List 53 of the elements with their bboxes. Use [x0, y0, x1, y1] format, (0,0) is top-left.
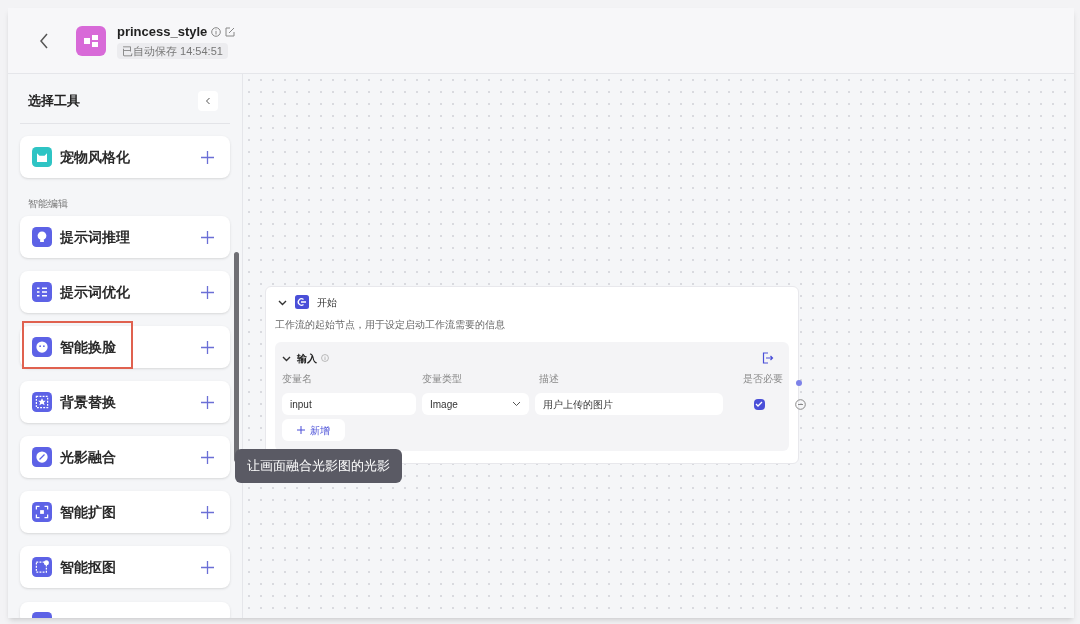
column-header: 变量类型 — [422, 372, 462, 386]
start-icon — [295, 295, 309, 309]
workflow-icon — [76, 25, 106, 56]
node-title: 开始 — [317, 295, 337, 310]
add-icon[interactable] — [201, 340, 214, 354]
column-header: 描述 — [539, 372, 559, 386]
connection-handle[interactable] — [796, 380, 802, 386]
add-icon[interactable] — [201, 560, 214, 574]
tool-label: 背景替换 — [60, 392, 117, 412]
tool-card[interactable]: 智能抠图 — [20, 546, 230, 588]
variable-type-dropdown[interactable]: Image — [422, 393, 529, 415]
tool-label: 智能扩图 — [60, 502, 117, 522]
tool-label: 提示词优化 — [60, 282, 131, 302]
tool-card[interactable]: 宠物风格化 — [20, 136, 230, 178]
add-icon[interactable] — [201, 230, 214, 244]
tool-label: 提示词推理 — [60, 227, 131, 247]
add-icon[interactable] — [201, 395, 214, 409]
remove-icon[interactable] — [795, 398, 806, 410]
tool-label: 智能换脸 — [60, 337, 117, 357]
tooltip: 让画面融合光影图的光影 — [235, 449, 402, 483]
import-icon[interactable] — [762, 352, 774, 364]
edit-icon[interactable] — [225, 26, 236, 37]
add-icon[interactable] — [201, 285, 214, 299]
add-icon[interactable] — [201, 150, 214, 164]
section-label: 智能编辑 — [28, 196, 69, 211]
node-description: 工作流的起始节点，用于设定启动工作流需要的信息 — [275, 318, 506, 332]
tool-card[interactable]: 背景替换 — [20, 381, 230, 423]
add-icon[interactable] — [201, 450, 214, 464]
scrollbar-thumb[interactable] — [234, 252, 239, 462]
plus-icon — [297, 426, 305, 434]
add-icon[interactable] — [201, 505, 214, 519]
required-checkbox[interactable] — [753, 398, 765, 410]
chevron-icon — [205, 96, 211, 105]
caret-icon — [512, 401, 521, 407]
tool-card[interactable]: 提示词推理 — [20, 216, 230, 258]
workflow-title: princess_style — [117, 23, 208, 41]
description-field[interactable]: 用户上传的图片 — [535, 393, 723, 415]
tool-label: 智能抠图 — [60, 557, 117, 577]
column-header: 变量名 — [282, 372, 312, 386]
input-section-title: 输入 — [297, 351, 317, 366]
sidebar-title: 选择工具 — [28, 91, 80, 110]
info-icon — [211, 26, 222, 37]
add-variable-button[interactable]: 新增 — [282, 419, 345, 441]
variable-name-field[interactable]: input — [282, 393, 416, 415]
autosave-status: 已自动保存 14:54:51 — [117, 42, 228, 59]
tool-card[interactable]: 智能扩图 — [20, 491, 230, 533]
collapse-button[interactable] — [198, 90, 218, 111]
column-header: 是否必要 — [743, 372, 783, 386]
tool-label: 宠物风格化 — [60, 147, 131, 167]
tool-label: 光影融合 — [60, 447, 117, 467]
info-icon — [321, 354, 329, 362]
tool-card[interactable] — [20, 602, 230, 618]
tool-card[interactable]: 提示词优化 — [20, 271, 230, 313]
